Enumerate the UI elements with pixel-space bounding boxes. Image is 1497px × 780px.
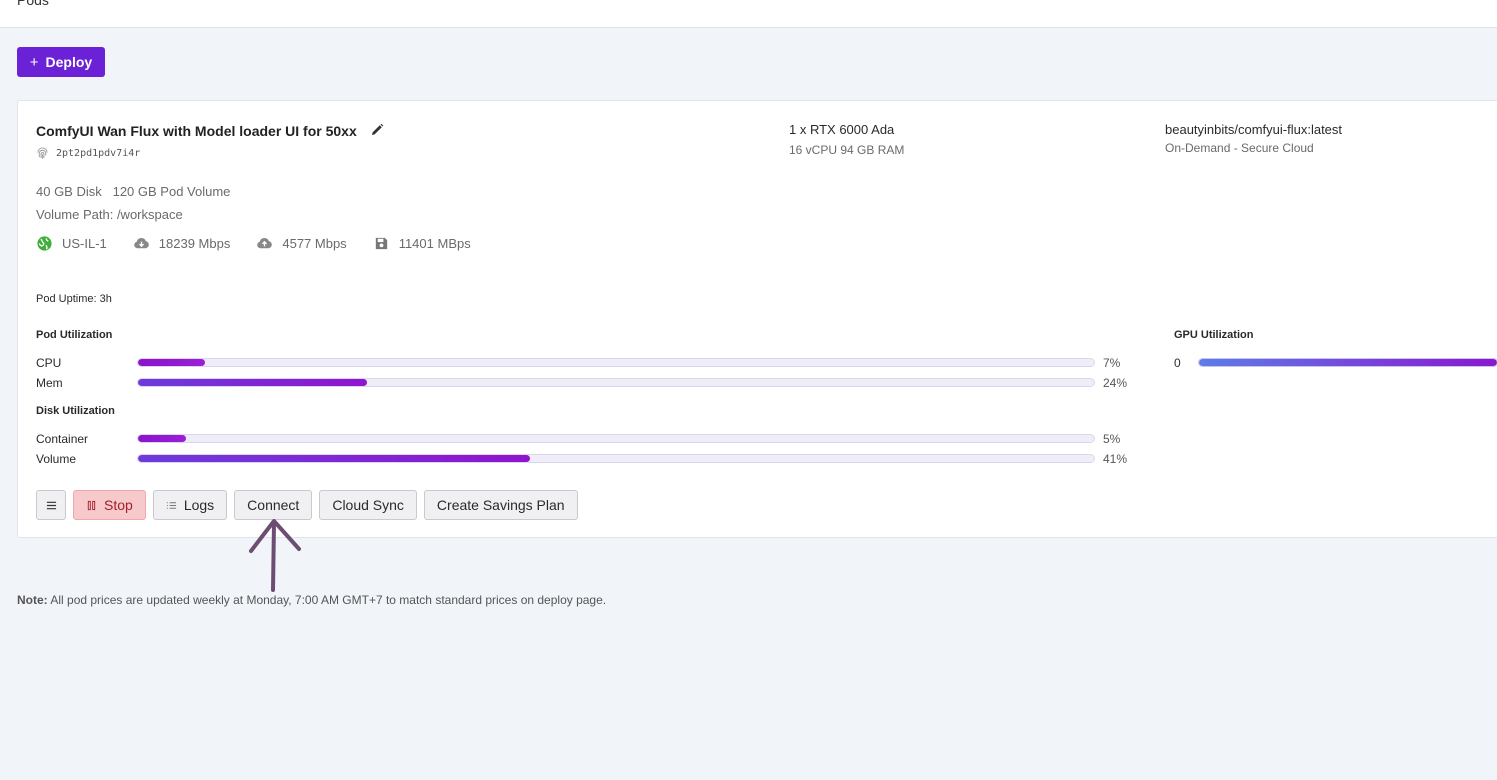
region-label: US-IL-1: [62, 236, 107, 251]
note-prefix: Note:: [17, 593, 48, 607]
volume-bar: [137, 454, 1095, 463]
menu-button[interactable]: [36, 490, 66, 520]
disk-speed: 11401 MBps: [398, 236, 471, 251]
deploy-label: Deploy: [45, 54, 93, 70]
network-stats: US-IL-1 18239 Mbps 4577 Mbps 11401 MBps: [36, 235, 497, 252]
volume-bar-fill: [138, 455, 530, 462]
container-percent: 5%: [1103, 432, 1121, 446]
plus-icon: +: [29, 53, 39, 71]
stop-button[interactable]: Stop: [73, 490, 146, 520]
gpu-0-label: 0: [1174, 356, 1181, 370]
cpu-ram-spec: 16 vCPU 94 GB RAM: [789, 143, 905, 157]
mem-bar: [137, 378, 1095, 387]
cloud-download-icon: [134, 237, 149, 249]
floppy-disk-icon: [375, 237, 387, 250]
mem-percent: 24%: [1103, 376, 1128, 390]
gpu-0-bar: [1198, 358, 1497, 367]
page-breadcrumb: Pods: [17, 0, 49, 8]
cpu-label: CPU: [36, 356, 62, 370]
pod-name: ComfyUI Wan Flux with Model loader UI fo…: [36, 123, 357, 139]
pod-utilization-heading: Pod Utilization: [36, 329, 113, 341]
cpu-bar-fill: [138, 359, 205, 366]
globe-icon: [37, 236, 52, 251]
container-label: Container: [36, 432, 89, 446]
connect-label: Connect: [247, 497, 300, 513]
container-image: beautyinbits/comfyui-flux:latest: [1165, 122, 1343, 137]
container-bar-fill: [138, 435, 186, 442]
note-text: All pod prices are updated weekly at Mon…: [50, 593, 607, 607]
pod-uptime: Pod Uptime: 3h: [36, 293, 112, 305]
mem-bar-fill: [138, 379, 368, 386]
cloud-sync-button[interactable]: Cloud Sync: [319, 490, 417, 520]
disk-speed-stat: 11401 MBps: [373, 235, 471, 252]
create-savings-plan-label: Create Savings Plan: [436, 497, 565, 513]
volume-percent: 41%: [1103, 452, 1128, 466]
volume-label: Volume: [36, 452, 77, 466]
disk-info: 40 GB Disk 120 GB Pod Volume: [36, 184, 230, 199]
cpu-percent: 7%: [1103, 356, 1121, 370]
gpu-0-bar-fill: [1199, 359, 1497, 366]
pod-card: ComfyUI Wan Flux with Model loader UI fo…: [17, 100, 1497, 538]
container-bar: [137, 434, 1095, 443]
annotation-arrow-icon: [249, 519, 301, 592]
cloud-type: On-Demand - Secure Cloud: [1165, 141, 1314, 155]
pricing-note: Note: All pod prices are updated weekly …: [17, 593, 606, 607]
pencil-icon[interactable]: [369, 122, 385, 138]
deploy-button[interactable]: + Deploy: [17, 47, 105, 77]
gpu-utilization-heading: GPU Utilization: [1174, 329, 1254, 341]
pod-id: 2pt2pd1pdv7i4r: [56, 148, 141, 159]
logs-label: Logs: [183, 497, 215, 513]
region-stat: US-IL-1: [36, 235, 107, 252]
volume-path: Volume Path: /workspace: [36, 207, 183, 222]
gpu-spec: 1 x RTX 6000 Ada: [789, 122, 895, 137]
logs-button[interactable]: Logs: [152, 490, 228, 520]
mem-label: Mem: [36, 376, 63, 390]
hamburger-icon: [46, 501, 56, 509]
download-stat: 18239 Mbps: [133, 235, 231, 252]
stop-label: Stop: [104, 497, 133, 513]
top-bar: Pods: [0, 0, 1497, 28]
fingerprint-icon: [37, 147, 48, 159]
upload-stat: 4577 Mbps: [256, 235, 347, 252]
upload-speed: 4577 Mbps: [282, 236, 347, 251]
cloud-sync-label: Cloud Sync: [332, 497, 404, 513]
create-savings-plan-button[interactable]: Create Savings Plan: [423, 490, 578, 520]
pod-actions: Stop Logs Connect Cloud Sync Create Savi…: [36, 490, 578, 520]
pause-icon: [87, 500, 96, 510]
list-icon: [166, 501, 176, 509]
cpu-bar: [137, 358, 1095, 367]
disk-size: 40 GB Disk: [36, 184, 102, 199]
cloud-upload-icon: [257, 237, 273, 249]
disk-utilization-heading: Disk Utilization: [36, 405, 115, 417]
pod-volume-size: 120 GB Pod Volume: [112, 184, 231, 199]
download-speed: 18239 Mbps: [158, 236, 231, 251]
